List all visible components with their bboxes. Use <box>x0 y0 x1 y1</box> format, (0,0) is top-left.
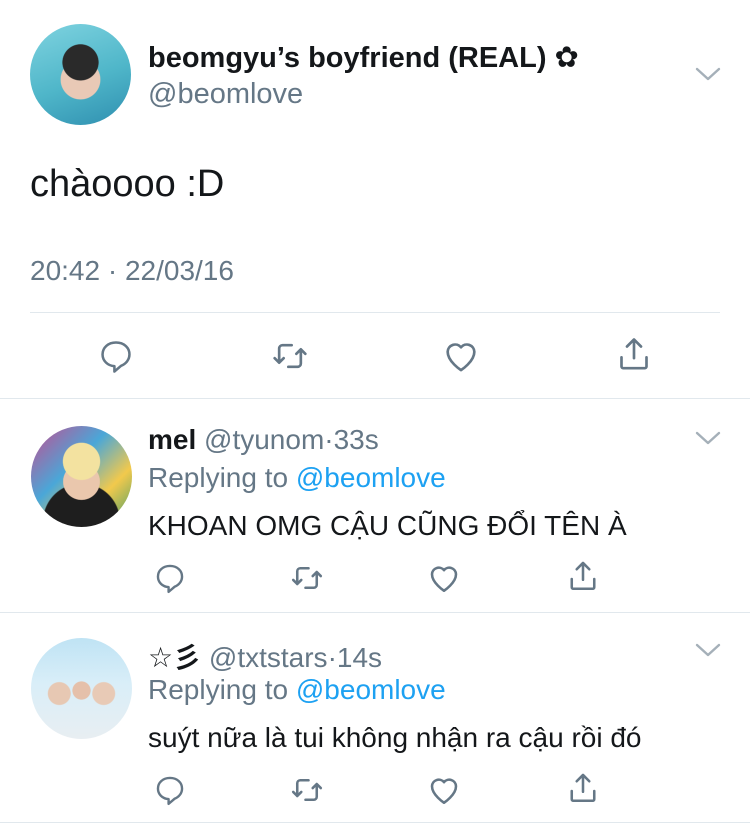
like-icon[interactable] <box>424 558 464 598</box>
replying-mention-link[interactable]: @beomlove <box>296 674 446 705</box>
replying-prefix: Replying to <box>148 674 289 705</box>
retweet-icon[interactable] <box>270 336 310 376</box>
reply-time[interactable]: 33s <box>334 424 379 455</box>
reply-icon[interactable] <box>150 770 190 810</box>
reply-icon[interactable] <box>150 558 190 598</box>
main-tweet: beomgyu’s boyfriend (REAL) ✿ @beomlove c… <box>0 0 750 398</box>
author-display-name[interactable]: beomgyu’s boyfriend (REAL) ✿ <box>148 40 579 75</box>
retweet-icon[interactable] <box>287 558 327 598</box>
reply-avatar[interactable] <box>31 638 132 739</box>
replying-prefix: Replying to <box>148 462 289 493</box>
tweet-text: chàoooo :D <box>30 163 225 205</box>
divider <box>30 312 720 313</box>
reply-display-name[interactable]: ☆彡 <box>148 642 201 673</box>
separator: · <box>324 424 334 455</box>
reply-time[interactable]: 14s <box>337 642 382 673</box>
reply-text: suýt nữa là tui không nhận ra cậu rồi đó <box>148 722 642 753</box>
author-handle[interactable]: @beomlove <box>148 78 303 111</box>
like-icon[interactable] <box>441 336 481 376</box>
reply-icon[interactable] <box>96 336 136 376</box>
reply-avatar[interactable] <box>31 426 132 527</box>
share-icon[interactable] <box>614 334 654 374</box>
divider <box>0 398 750 399</box>
retweet-icon[interactable] <box>287 770 327 810</box>
reply-display-name[interactable]: mel <box>148 424 196 455</box>
replying-mention-link[interactable]: @beomlove <box>296 462 446 493</box>
author-avatar[interactable] <box>30 24 131 125</box>
chevron-down-icon[interactable] <box>695 430 721 446</box>
tweet-timestamp[interactable]: 20:42 · 22/03/16 <box>30 255 234 287</box>
chevron-down-icon[interactable] <box>695 642 721 658</box>
reply-handle[interactable]: @tyunom <box>204 424 324 455</box>
like-icon[interactable] <box>424 770 464 810</box>
share-icon[interactable] <box>563 768 603 808</box>
reply-handle[interactable]: @txtstars <box>209 642 328 673</box>
divider <box>0 612 750 613</box>
separator: · <box>327 642 337 673</box>
reply-header: mel @tyunom·33s <box>148 424 379 456</box>
divider <box>0 822 750 823</box>
reply-text: KHOAN OMG CẬU CŨNG ĐỔI TÊN À <box>148 510 627 541</box>
chevron-down-icon[interactable] <box>695 66 721 82</box>
share-icon[interactable] <box>563 556 603 596</box>
replying-to: Replying to @beomlove <box>148 674 446 706</box>
reply-header: ☆彡 @txtstars·14s <box>148 636 382 676</box>
replying-to: Replying to @beomlove <box>148 462 446 494</box>
